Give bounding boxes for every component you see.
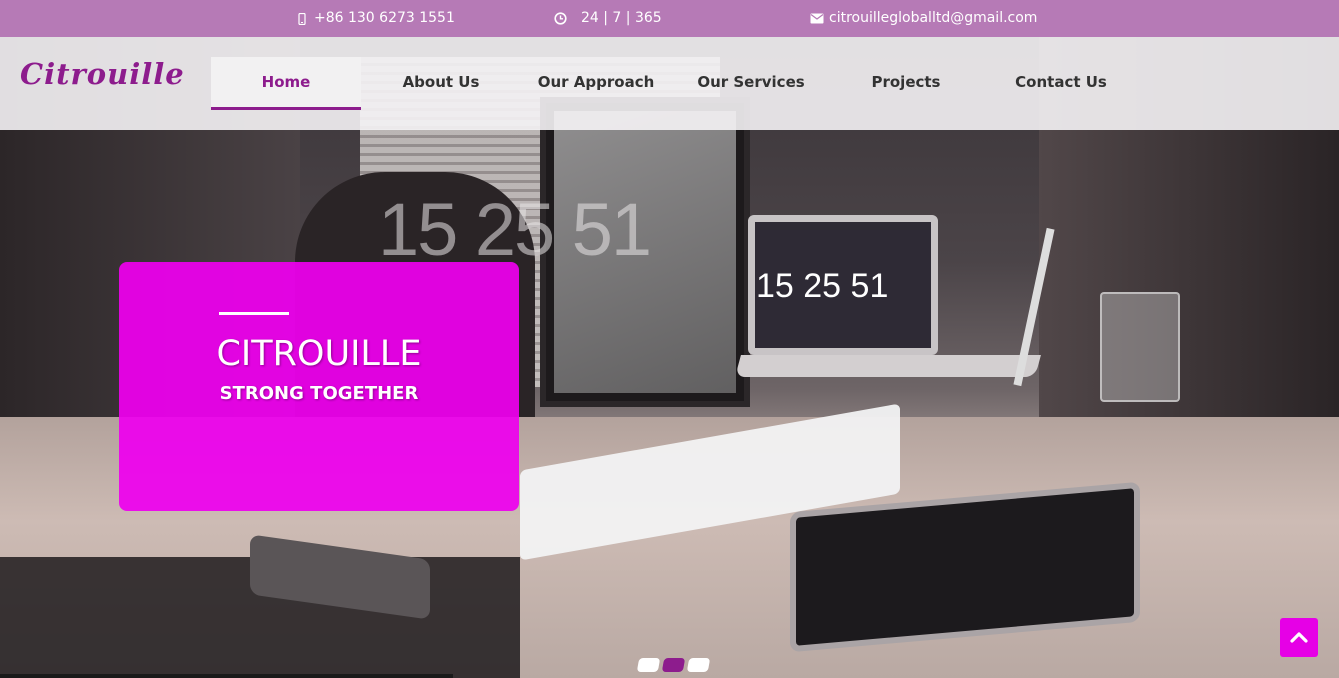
photo-clock-big: 15 25 51 <box>378 188 652 271</box>
top-contact-bar: +86 130 6273 1551 24 | 7 | 365 citrouill… <box>0 0 1339 37</box>
contact-hours: 24 | 7 | 365 <box>554 0 662 37</box>
envelope-icon <box>810 13 824 24</box>
nav-our-approach[interactable]: Our Approach <box>521 57 671 110</box>
email-address[interactable]: citrouillegloballtd@gmail.com <box>829 0 1037 37</box>
scroll-to-top-button[interactable] <box>1280 618 1318 657</box>
contact-phone: +86 130 6273 1551 <box>298 0 455 37</box>
phone-number: +86 130 6273 1551 <box>314 10 455 26</box>
contact-email[interactable]: citrouillegloballtd@gmail.com <box>810 0 1037 37</box>
nav-about-us[interactable]: About Us <box>366 57 516 110</box>
slider-dot-3[interactable] <box>686 658 711 672</box>
site-logo[interactable]: Citrouille <box>20 57 185 91</box>
caption-divider <box>219 312 289 315</box>
caption-subtitle: STRONG TOGETHER <box>219 383 419 404</box>
nav-home[interactable]: Home <box>211 57 361 110</box>
nav-projects[interactable]: Projects <box>831 57 981 110</box>
photo-clock-laptop: 15 25 51 <box>756 267 889 305</box>
slider-dot-1[interactable] <box>636 658 661 672</box>
caption-title: CITROUILLE <box>216 334 422 374</box>
bottom-edge <box>0 674 453 678</box>
nav-contact-us[interactable]: Contact Us <box>986 57 1136 110</box>
slide-caption: CITROUILLE STRONG TOGETHER <box>119 262 519 511</box>
clock-icon <box>554 12 567 25</box>
site-header: Citrouille Home About Us Our Approach Ou… <box>0 37 1339 130</box>
mobile-phone-icon <box>298 12 306 25</box>
slider-dot-2[interactable] <box>661 658 686 672</box>
chevron-up-icon <box>1290 628 1308 647</box>
nav-our-services[interactable]: Our Services <box>676 57 826 110</box>
slider-pagination <box>636 658 711 672</box>
hours-text: 24 | 7 | 365 <box>581 10 662 26</box>
